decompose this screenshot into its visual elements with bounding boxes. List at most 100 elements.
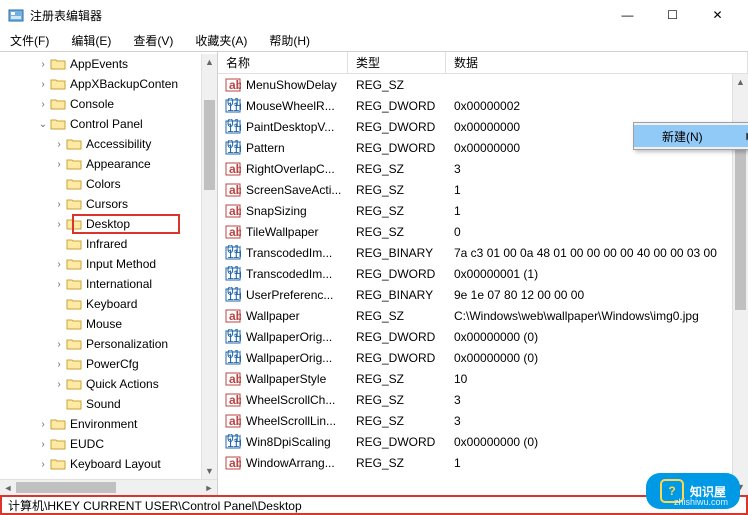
value-data: 1 bbox=[446, 183, 748, 197]
tree-item-label: Appearance bbox=[86, 157, 151, 171]
tree-twisty-icon[interactable]: › bbox=[36, 99, 50, 110]
tree-twisty-icon[interactable]: › bbox=[36, 59, 50, 70]
tree-item-quick-actions[interactable]: ›Quick Actions bbox=[0, 374, 217, 394]
value-row[interactable]: abWallpaperStyleREG_SZ10 bbox=[218, 368, 748, 389]
menu-edit[interactable]: 编辑(E) bbox=[67, 30, 115, 51]
list-header: 名称 类型 数据 bbox=[218, 52, 748, 74]
svg-text:ab: ab bbox=[229, 393, 241, 407]
tree-item-label: EUDC bbox=[70, 437, 104, 451]
value-row[interactable]: 011110WallpaperOrig...REG_DWORD0x0000000… bbox=[218, 347, 748, 368]
value-data: C:\Windows\web\wallpaper\Windows\img0.jp… bbox=[446, 309, 748, 323]
col-data[interactable]: 数据 bbox=[446, 52, 748, 73]
tree-item-cursors[interactable]: ›Cursors bbox=[0, 194, 217, 214]
tree-item-international[interactable]: ›International bbox=[0, 274, 217, 294]
close-button[interactable]: ✕ bbox=[695, 0, 740, 30]
tree-twisty-icon[interactable]: › bbox=[52, 339, 66, 350]
tree-twisty-icon[interactable]: › bbox=[52, 219, 66, 230]
tree-twisty-icon[interactable]: ⌄ bbox=[36, 119, 50, 130]
tree-item-appxbackupconten[interactable]: ›AppXBackupConten bbox=[0, 74, 217, 94]
value-row[interactable]: abScreenSaveActi...REG_SZ1 bbox=[218, 179, 748, 200]
value-name: ScreenSaveActi... bbox=[246, 183, 348, 197]
tree-item-keyboard[interactable]: Keyboard bbox=[0, 294, 217, 314]
menu-help[interactable]: 帮助(H) bbox=[265, 30, 314, 51]
binary-value-icon: 011110 bbox=[224, 119, 242, 135]
value-data: 3 bbox=[446, 393, 748, 407]
value-row[interactable]: abMenuShowDelayREG_SZ bbox=[218, 74, 748, 95]
tree-twisty-icon[interactable]: › bbox=[52, 259, 66, 270]
value-row[interactable]: 011110UserPreferenc...REG_BINARY9e 1e 07… bbox=[218, 284, 748, 305]
tree-item-infrared[interactable]: Infrared bbox=[0, 234, 217, 254]
tree-item-desktop[interactable]: ›Desktop bbox=[0, 214, 217, 234]
tree-item-personalization[interactable]: ›Personalization bbox=[0, 334, 217, 354]
value-data: 0 bbox=[446, 225, 748, 239]
tree-item-label: Accessibility bbox=[86, 137, 151, 151]
tree-item-control-panel[interactable]: ⌄Control Panel bbox=[0, 114, 217, 134]
value-name: WallpaperOrig... bbox=[246, 330, 348, 344]
svg-text:ab: ab bbox=[229, 309, 241, 323]
value-data: 0x00000000 (0) bbox=[446, 435, 748, 449]
value-row[interactable]: 011110MouseWheelR...REG_DWORD0x00000002 bbox=[218, 95, 748, 116]
tree-item-keyboard-layout[interactable]: ›Keyboard Layout bbox=[0, 454, 217, 474]
tree-item-mouse[interactable]: Mouse bbox=[0, 314, 217, 334]
col-name[interactable]: 名称 bbox=[218, 52, 348, 73]
tree-item-input-method[interactable]: ›Input Method bbox=[0, 254, 217, 274]
tree-twisty-icon[interactable]: › bbox=[52, 139, 66, 150]
folder-icon bbox=[66, 257, 82, 271]
binary-value-icon: 011110 bbox=[224, 434, 242, 450]
svg-text:110: 110 bbox=[227, 142, 241, 156]
tree-item-eudc[interactable]: › EUDC bbox=[0, 434, 217, 454]
value-row[interactable]: abWindowArrang...REG_SZ1 bbox=[218, 452, 748, 473]
value-name: WindowArrang... bbox=[246, 456, 348, 470]
value-row[interactable]: 011110TranscodedIm...REG_BINARY7a c3 01 … bbox=[218, 242, 748, 263]
svg-text:ab: ab bbox=[229, 372, 241, 386]
value-row[interactable]: abTileWallpaperREG_SZ0 bbox=[218, 221, 748, 242]
tree-item-appearance[interactable]: › Appearance bbox=[0, 154, 217, 174]
ctx-new[interactable]: 新建(N)▶ bbox=[634, 125, 748, 147]
folder-icon bbox=[50, 417, 66, 431]
tree-item-label: AppEvents bbox=[70, 57, 128, 71]
value-row[interactable]: abSnapSizingREG_SZ1 bbox=[218, 200, 748, 221]
value-type: REG_SZ bbox=[348, 225, 446, 239]
tree-item-colors[interactable]: Colors bbox=[0, 174, 217, 194]
value-row[interactable]: abWheelScrollCh...REG_SZ3 bbox=[218, 389, 748, 410]
tree-twisty-icon[interactable]: › bbox=[36, 459, 50, 470]
tree-h-scrollbar[interactable]: ◄► bbox=[0, 479, 217, 495]
svg-text:ab: ab bbox=[229, 78, 241, 92]
tree-twisty-icon[interactable]: › bbox=[52, 279, 66, 290]
maximize-button[interactable]: ☐ bbox=[650, 0, 695, 30]
tree-twisty-icon[interactable]: › bbox=[36, 79, 50, 90]
statusbar: 计算机\HKEY CURRENT USER\Control Panel\Desk… bbox=[0, 495, 748, 515]
tree-item-console[interactable]: ›Console bbox=[0, 94, 217, 114]
folder-icon bbox=[66, 377, 82, 391]
tree-twisty-icon[interactable]: › bbox=[52, 199, 66, 210]
tree-twisty-icon[interactable]: › bbox=[36, 419, 50, 430]
folder-icon bbox=[66, 157, 82, 171]
string-value-icon: ab bbox=[224, 392, 242, 408]
tree-twisty-icon[interactable]: › bbox=[52, 359, 66, 370]
tree-v-scrollbar[interactable]: ▲▼ bbox=[201, 54, 217, 479]
value-data: 9e 1e 07 80 12 00 00 00 bbox=[446, 288, 748, 302]
tree-item-appevents[interactable]: › AppEvents bbox=[0, 54, 217, 74]
tree-item-label: Mouse bbox=[86, 317, 122, 331]
menu-view[interactable]: 查看(V) bbox=[129, 30, 177, 51]
tree-item-environment[interactable]: ›Environment bbox=[0, 414, 217, 434]
value-row[interactable]: 011110Win8DpiScalingREG_DWORD0x00000000 … bbox=[218, 431, 748, 452]
value-row[interactable]: abWheelScrollLin...REG_SZ3 bbox=[218, 410, 748, 431]
col-type[interactable]: 类型 bbox=[348, 52, 446, 73]
value-row[interactable]: 011110WallpaperOrig...REG_DWORD0x0000000… bbox=[218, 326, 748, 347]
tree-item-powercfg[interactable]: ›PowerCfg bbox=[0, 354, 217, 374]
menu-file[interactable]: 文件(F) bbox=[6, 30, 53, 51]
value-row[interactable]: abWallpaperREG_SZC:\Windows\web\wallpape… bbox=[218, 305, 748, 326]
tree-twisty-icon[interactable]: › bbox=[36, 439, 50, 450]
minimize-button[interactable]: — bbox=[605, 0, 650, 30]
tree-twisty-icon[interactable]: › bbox=[52, 379, 66, 390]
tree-item-accessibility[interactable]: › Accessibility bbox=[0, 134, 217, 154]
svg-text:ab: ab bbox=[229, 162, 241, 176]
menu-favorites[interactable]: 收藏夹(A) bbox=[191, 30, 251, 51]
folder-icon bbox=[66, 337, 82, 351]
tree-item-sound[interactable]: Sound bbox=[0, 394, 217, 414]
binary-value-icon: 011110 bbox=[224, 98, 242, 114]
value-row[interactable]: 011110TranscodedIm...REG_DWORD0x00000001… bbox=[218, 263, 748, 284]
value-row[interactable]: abRightOverlapC...REG_SZ3 bbox=[218, 158, 748, 179]
tree-twisty-icon[interactable]: › bbox=[52, 159, 66, 170]
